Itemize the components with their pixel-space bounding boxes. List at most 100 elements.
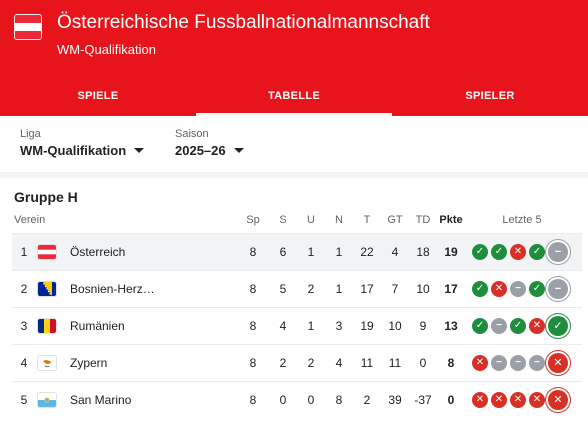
wins: 4: [279, 319, 287, 333]
win-check-icon: ✓: [529, 281, 545, 297]
goal-difference: -37: [414, 393, 432, 407]
column-header-td: TD: [415, 214, 431, 226]
games-played: 8: [249, 282, 257, 296]
goals-for: 22: [360, 245, 374, 259]
league-value: WM-Qualifikation: [20, 143, 127, 158]
points: 13: [444, 319, 458, 333]
loss-x-icon: ✕: [472, 392, 488, 408]
table-row[interactable]: 5 San Marino 8 0 0 8 2 39 -37 0 ✕ ✕ ✕ ✕ ✕: [12, 381, 582, 418]
season-dropdown[interactable]: Saison 2025–26: [175, 128, 244, 158]
draw-minus-icon: −: [510, 281, 526, 297]
points: 19: [444, 245, 458, 259]
austria-flag-icon: [14, 14, 42, 40]
season-label: Saison: [175, 128, 209, 140]
loss-x-icon: ✕: [491, 281, 507, 297]
tab-spiele[interactable]: SPIELE: [0, 82, 196, 116]
goals-for: 19: [360, 319, 374, 333]
filter-bar: Liga WM-Qualifikation Saison 2025–26: [0, 116, 588, 172]
form-guide: ✓ ✓ ✕ ✓ −: [472, 234, 568, 270]
column-header-gt: GT: [387, 214, 403, 226]
goals-for: 17: [360, 282, 374, 296]
loss-x-icon: ✕: [472, 355, 488, 371]
goals-against: 11: [388, 356, 402, 370]
loss-x-icon: ✕: [491, 392, 507, 408]
column-header-form: Letzte 5: [502, 214, 542, 226]
losses: 4: [335, 356, 343, 370]
games-played: 8: [249, 245, 257, 259]
team-name: Zypern: [70, 356, 108, 370]
wins: 6: [279, 245, 287, 259]
draws: 2: [307, 356, 315, 370]
goals-against: 7: [391, 282, 399, 296]
points: 0: [447, 393, 455, 407]
loss-x-icon: ✕: [529, 392, 545, 408]
table-row[interactable]: 3 Rumänien 8 4 1 3 19 10 9 13 ✓ − ✓ ✕ ✓: [12, 307, 582, 344]
standings-card: Gruppe H Verein Sp S U N T GT TD Pkte Le…: [0, 178, 588, 444]
draw-minus-icon: −: [510, 355, 526, 371]
loss-x-icon: ✕: [529, 318, 545, 334]
team-name: Rumänien: [70, 319, 125, 333]
loss-x-icon: ✕: [548, 390, 568, 410]
column-header-s: S: [279, 214, 287, 226]
loss-x-icon: ✕: [510, 392, 526, 408]
win-check-icon: ✓: [472, 318, 488, 334]
column-header-t: T: [363, 214, 371, 226]
win-check-icon: ✓: [491, 244, 507, 260]
loss-x-icon: ✕: [548, 353, 568, 373]
goals-against: 39: [388, 393, 402, 407]
draw-minus-icon: −: [529, 355, 545, 371]
team-name: Bosnien-Herz…: [70, 282, 155, 296]
points: 8: [447, 356, 455, 370]
bosnia-flag-icon: [38, 282, 56, 296]
position: 1: [20, 245, 28, 259]
romania-flag-icon: [38, 319, 56, 333]
column-header-sp: Sp: [246, 214, 260, 226]
loss-x-icon: ✕: [510, 244, 526, 260]
tab-tabelle[interactable]: TABELLE: [196, 82, 392, 116]
position: 5: [20, 393, 28, 407]
goal-difference: 10: [416, 282, 430, 296]
draw-minus-icon: −: [491, 318, 507, 334]
team-name: San Marino: [70, 393, 132, 407]
losses: 3: [335, 319, 343, 333]
column-header-pkte: Pkte: [439, 214, 463, 226]
table-row[interactable]: 2 Bosnien-Herz… 8 5 2 1 17 7 10 17 ✓ ✕ − ✓ −: [12, 270, 582, 307]
goals-for: 11: [360, 356, 374, 370]
win-check-icon: ✓: [529, 244, 545, 260]
win-check-icon: ✓: [510, 318, 526, 334]
table-row[interactable]: 4 Zypern 8 2 2 4 11 11 0 8 ✕ − − − ✕: [12, 344, 582, 381]
games-played: 8: [249, 319, 257, 333]
tab-bar: SPIELE TABELLE SPIELER: [0, 82, 588, 116]
win-check-icon: ✓: [472, 244, 488, 260]
form-guide: ✓ − ✓ ✕ ✓: [472, 308, 568, 344]
wins: 2: [279, 356, 287, 370]
column-header-team: Verein: [14, 214, 46, 226]
wins: 0: [279, 393, 287, 407]
san-marino-flag-icon: [38, 393, 56, 407]
win-check-icon: ✓: [548, 316, 568, 336]
caret-down-icon: [233, 148, 244, 153]
table-row[interactable]: 1 Österreich 8 6 1 1 22 4 18 19 ✓ ✓ ✕ ✓ −: [12, 233, 582, 270]
draw-minus-icon: −: [491, 355, 507, 371]
goal-difference: 0: [419, 356, 427, 370]
draw-minus-icon: −: [548, 279, 568, 299]
column-header-n: N: [335, 214, 343, 226]
position: 3: [20, 319, 28, 333]
win-check-icon: ✓: [472, 281, 488, 297]
league-dropdown[interactable]: Liga WM-Qualifikation: [20, 128, 145, 158]
draws: 1: [307, 319, 315, 333]
page-subtitle: WM-Qualifikation: [57, 42, 156, 57]
page-title: Österreichische Fussballnationalmannscha…: [57, 12, 430, 33]
draws: 1: [307, 245, 315, 259]
goals-against: 4: [391, 245, 399, 259]
draws: 0: [307, 393, 315, 407]
losses: 8: [335, 393, 343, 407]
games-played: 8: [249, 356, 257, 370]
caret-down-icon: [134, 148, 145, 153]
losses: 1: [335, 245, 343, 259]
cyprus-flag-icon: [38, 356, 56, 370]
goals-against: 10: [388, 319, 402, 333]
goal-difference: 18: [416, 245, 430, 259]
position: 2: [20, 282, 28, 296]
tab-spieler[interactable]: SPIELER: [392, 82, 588, 116]
